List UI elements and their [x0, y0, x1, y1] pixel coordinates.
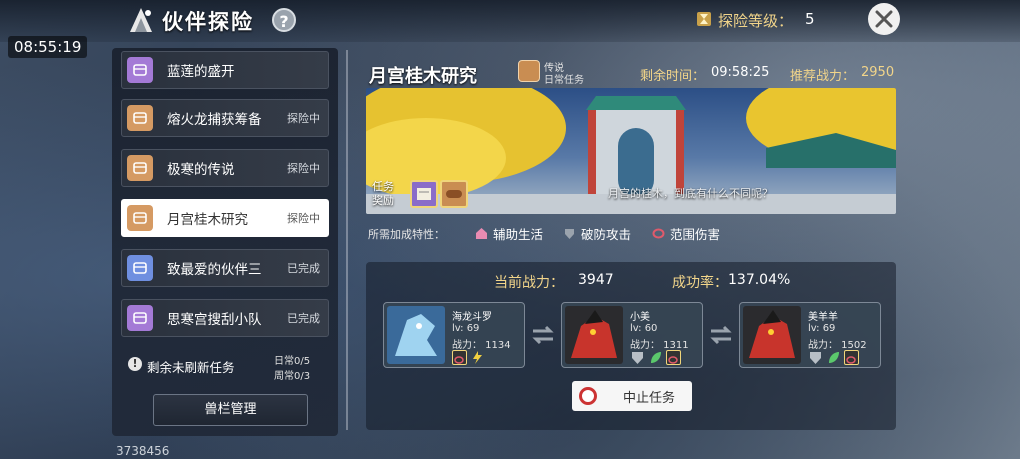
reward-label-line2: 奖励: [372, 194, 394, 207]
task-state: 探险中: [287, 112, 320, 125]
chest-icon: [127, 105, 153, 131]
chest-icon: [127, 57, 153, 83]
task-item-1[interactable]: 熔火龙捕获筹备 探险中: [121, 99, 329, 137]
pet-power: 战力： 1134: [452, 340, 511, 351]
task-state: 探险中: [287, 162, 320, 175]
trait-support: 辅助生活: [475, 224, 543, 243]
clock-overlay: 08:55:19: [8, 36, 88, 58]
top-bar: 伙伴探险 ? 探险等级： 5: [0, 0, 1020, 42]
task-item-3-selected[interactable]: 月宫桂木研究 探险中: [121, 199, 329, 237]
stop-mission-button[interactable]: 中止任务: [572, 381, 692, 411]
pet-avatar: [743, 306, 801, 364]
lightning-icon: [473, 351, 482, 364]
trait-label: 破防攻击: [581, 227, 632, 242]
chest-icon: [127, 255, 153, 281]
trait-label: 辅助生活: [493, 227, 544, 242]
mission-title: 月宫桂木研究: [369, 66, 477, 87]
pet-avatar: [387, 306, 445, 364]
scroll-reward-icon[interactable]: [410, 180, 438, 208]
task-name: 思寒宫搜刮小队: [167, 312, 262, 328]
success-rate-label: 成功率：: [672, 275, 728, 291]
pet-level: lv: 60: [630, 323, 658, 334]
refresh-remaining-label: 剩余未刷新任务: [147, 360, 235, 375]
ring-trait-icon: [452, 350, 467, 365]
trait-area-damage: 范围伤害: [652, 224, 720, 243]
shield-icon: [810, 352, 821, 364]
page-title: 伙伴探险: [162, 10, 254, 34]
pet-name: 美羊羊: [808, 312, 838, 323]
pet-name: 小美: [630, 312, 650, 323]
required-traits-label: 所需加成特性：: [368, 228, 445, 241]
pen-management-button[interactable]: 兽栏管理: [153, 394, 308, 426]
adventure-level-label: 探险等级：: [718, 12, 794, 30]
wood-reward-icon[interactable]: [440, 180, 468, 208]
close-button[interactable]: [868, 3, 900, 35]
swap-icon[interactable]: [530, 322, 556, 348]
pet-name: 海龙斗罗: [452, 312, 492, 323]
daily-count: 日常0/5: [274, 356, 311, 367]
panel-divider: [346, 50, 348, 430]
stop-icon: [579, 387, 597, 405]
remaining-time-value: 09:58:25: [711, 65, 770, 80]
success-rate-value: 137.04%: [728, 272, 791, 288]
mission-chest-icon: [518, 60, 540, 82]
pet-card-1[interactable]: 小美 lv: 60 战力： 1311: [561, 302, 703, 368]
chest-icon: [127, 305, 153, 331]
mission-banner-image: 任务 奖励 月宫的桂木，到底有什么不同呢？: [366, 88, 896, 214]
shield-break-icon: [565, 229, 574, 239]
chest-icon: [127, 205, 153, 231]
remaining-time-label: 剩余时间：: [640, 69, 706, 84]
pet-card-0[interactable]: 海龙斗罗 lv: 69 战力： 1134: [383, 302, 525, 368]
pet-power: 战力： 1311: [630, 340, 689, 351]
pet-level: lv: 69: [808, 323, 836, 334]
task-item-0[interactable]: 蓝莲的盛开: [121, 51, 329, 89]
shield-icon: [632, 352, 643, 364]
adventure-logo-icon: [130, 8, 152, 32]
info-icon: !: [128, 357, 142, 371]
trait-armor-break: 破防攻击: [563, 224, 631, 243]
close-icon: [875, 10, 893, 28]
task-item-5[interactable]: 思寒宫搜刮小队 已完成: [121, 299, 329, 337]
task-item-4[interactable]: 致最爱的伙伴三 已完成: [121, 249, 329, 287]
recommended-power-label: 推荐战力：: [790, 69, 856, 84]
ring-icon: [652, 228, 665, 239]
banner-caption: 月宫的桂木，到底有什么不同呢？: [608, 187, 773, 200]
mission-panel: 月宫桂木研究 传说 日常任务 剩余时间： 09:58:25 推荐战力： 2950…: [358, 48, 906, 438]
recommended-power-value: 2950: [861, 65, 895, 80]
mission-type: 日常任务: [544, 75, 584, 86]
task-state: 已完成: [287, 262, 320, 275]
pet-level: lv: 69: [452, 323, 480, 334]
ring-trait-icon: [844, 350, 859, 365]
trait-label: 范围伤害: [670, 227, 721, 242]
swap-icon[interactable]: [708, 322, 734, 348]
task-state: 已完成: [287, 312, 320, 325]
current-power-label: 当前战力：: [494, 275, 564, 291]
adventure-level-value: 5: [805, 10, 815, 28]
pet-card-2[interactable]: 美羊羊 lv: 69 战力： 1502: [739, 302, 881, 368]
pet-power: 战力： 1502: [808, 340, 867, 351]
house-icon: [476, 228, 487, 239]
player-id: 3738456: [116, 444, 170, 458]
task-name: 熔火龙捕获筹备: [167, 112, 262, 128]
task-name: 蓝莲的盛开: [167, 64, 235, 80]
task-name: 月宫桂木研究: [167, 212, 248, 228]
task-state: 探险中: [287, 212, 320, 225]
task-name: 致最爱的伙伴三: [167, 262, 262, 278]
pet-avatar: [565, 306, 623, 364]
stop-mission-label: 中止任务: [623, 390, 676, 406]
hourglass-icon: [697, 12, 711, 26]
task-item-2[interactable]: 极寒的传说 探险中: [121, 149, 329, 187]
chest-icon: [127, 155, 153, 181]
team-panel: 当前战力： 3947 成功率： 137.04% 海龙斗罗 lv: 69 战力： …: [366, 262, 896, 430]
task-name: 极寒的传说: [167, 162, 235, 178]
ring-trait-icon: [666, 350, 681, 365]
leaf-icon: [651, 352, 661, 363]
current-power-value: 3947: [578, 272, 614, 288]
help-button[interactable]: ?: [272, 8, 296, 32]
leaf-icon: [829, 352, 839, 363]
weekly-count: 周常0/3: [274, 371, 311, 382]
